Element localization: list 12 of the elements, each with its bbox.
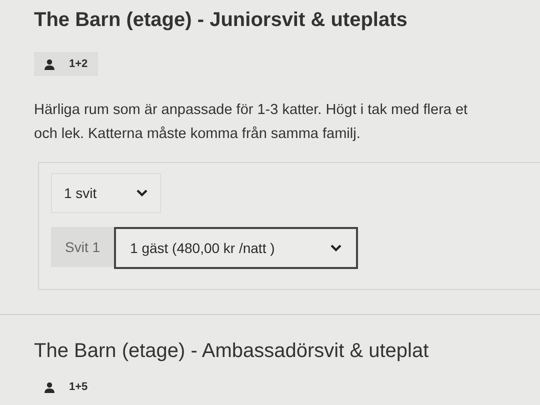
room-title: The Barn (etage) - Ambassadörsvit & uteplat — [34, 339, 430, 364]
room-description: Härliga rum som är anpassade för 1-3 katter. Högt i tak med flera et och lek. Katterna måste komma från samma familj. — [34, 101, 469, 144]
chevron-down-icon — [136, 189, 148, 197]
chevron-down-icon — [330, 244, 342, 252]
suite-count-select[interactable]: 1 svit — [51, 173, 161, 213]
room-title: The Barn (etage) - Juniorsvit & uteplats — [34, 8, 408, 33]
capacity-text: 1+2 — [69, 58, 88, 70]
person-icon — [44, 382, 55, 392]
person-icon — [44, 58, 55, 70]
capacity-text: 1+5 — [69, 381, 88, 393]
guest-select[interactable]: 1 gäst (480,00 kr /natt ) — [114, 227, 358, 269]
suite-label: Svit 1 — [51, 227, 114, 267]
